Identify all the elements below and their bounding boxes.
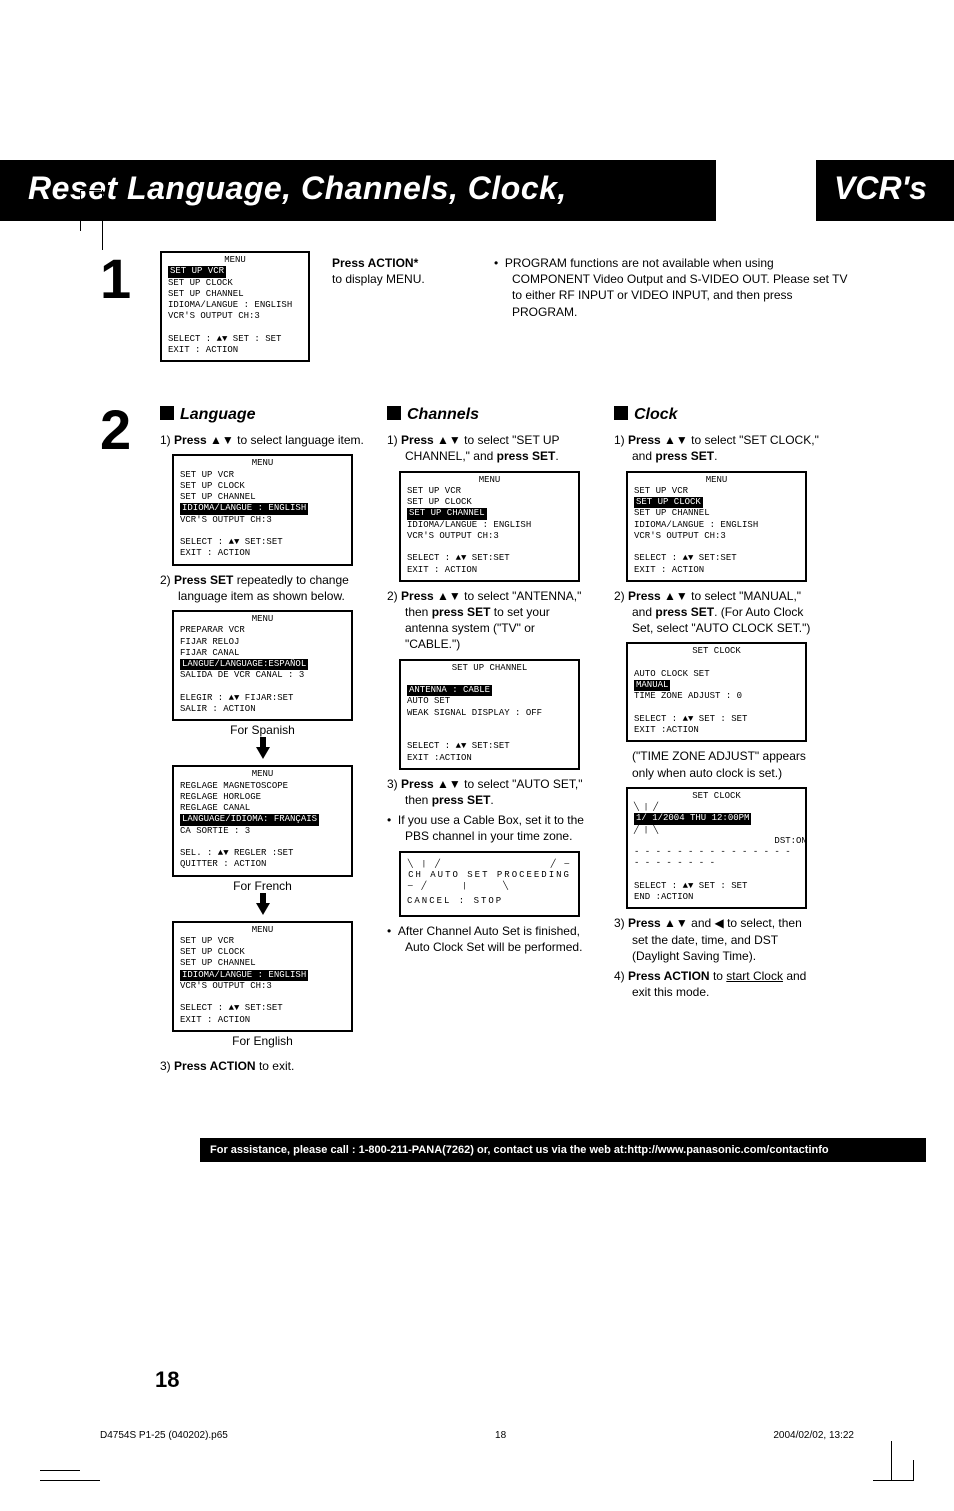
footer-assistance: For assistance, please call : 1-800-211-…: [200, 1138, 926, 1162]
osd-auto-set: ╲ | ╱ ╱ ─ CH AUTO SET PROCEEDING ─ ╱ | ╲…: [399, 851, 580, 917]
page-number: 18: [155, 1367, 179, 1393]
press-action-text: Press ACTION*to display MENU.: [332, 255, 472, 287]
channels-column: Channels 1) Press ▲▼ to select "SET UP C…: [387, 402, 592, 959]
title-right: VCR's: [816, 160, 954, 221]
osd-lang-spanish: MENU PREPARAR VCRFIJAR RELOJFIJAR CANAL …: [172, 610, 353, 721]
osd-lang-english-2: MENU SET UP VCRSET UP CLOCKSET UP CHANNE…: [172, 921, 353, 1032]
osd-set-clock-manual: SET CLOCK AUTO CLOCK SET MANUALTIME ZONE…: [626, 642, 807, 742]
print-metadata: D4754S P1-25 (040202).p65182004/02/02, 1…: [100, 1430, 854, 1441]
osd-clock-menu: MENU SET UP VCR SET UP CLOCKSET UP CHANN…: [626, 471, 807, 582]
title-banner: Reset Language, Channels, Clock, VCR's: [0, 160, 954, 221]
osd-menu-step1: MENU SET UP VCR SET UP CLOCK SET UP CHAN…: [160, 251, 310, 362]
osd-set-clock-date: SET CLOCK ╲ | ╱ 1/ 1/2004 THU 12:00PM ╱ …: [626, 787, 807, 910]
program-note: • PROGRAM functions are not available wh…: [494, 255, 854, 320]
clock-column: Clock 1) Press ▲▼ to select "SET CLOCK,"…: [614, 402, 819, 1004]
osd-channel-menu: MENU SET UP VCRSET UP CLOCK SET UP CHANN…: [399, 471, 580, 582]
down-arrow-icon: [256, 903, 270, 915]
language-column: Language 1) Press ▲▼ to select language …: [160, 402, 365, 1078]
step-number-1: 1: [100, 251, 131, 307]
title-left: Reset Language, Channels, Clock,: [0, 160, 716, 221]
step-1: 1 MENU SET UP VCR SET UP CLOCK SET UP CH…: [160, 251, 854, 362]
osd-setup-channel: SET UP CHANNEL ANTENNA : CABLEAUTO SETWE…: [399, 659, 580, 770]
osd-lang-french: MENU REGLAGE MAGNETOSCOPEREGLAGE HORLOGE…: [172, 765, 353, 876]
osd-lang-english-1: MENU SET UP VCRSET UP CLOCKSET UP CHANNE…: [172, 454, 353, 565]
step-number-2: 2: [100, 402, 131, 458]
down-arrow-icon: [256, 747, 270, 759]
step-2: 2 Language 1) Press ▲▼ to select languag…: [160, 402, 854, 1078]
